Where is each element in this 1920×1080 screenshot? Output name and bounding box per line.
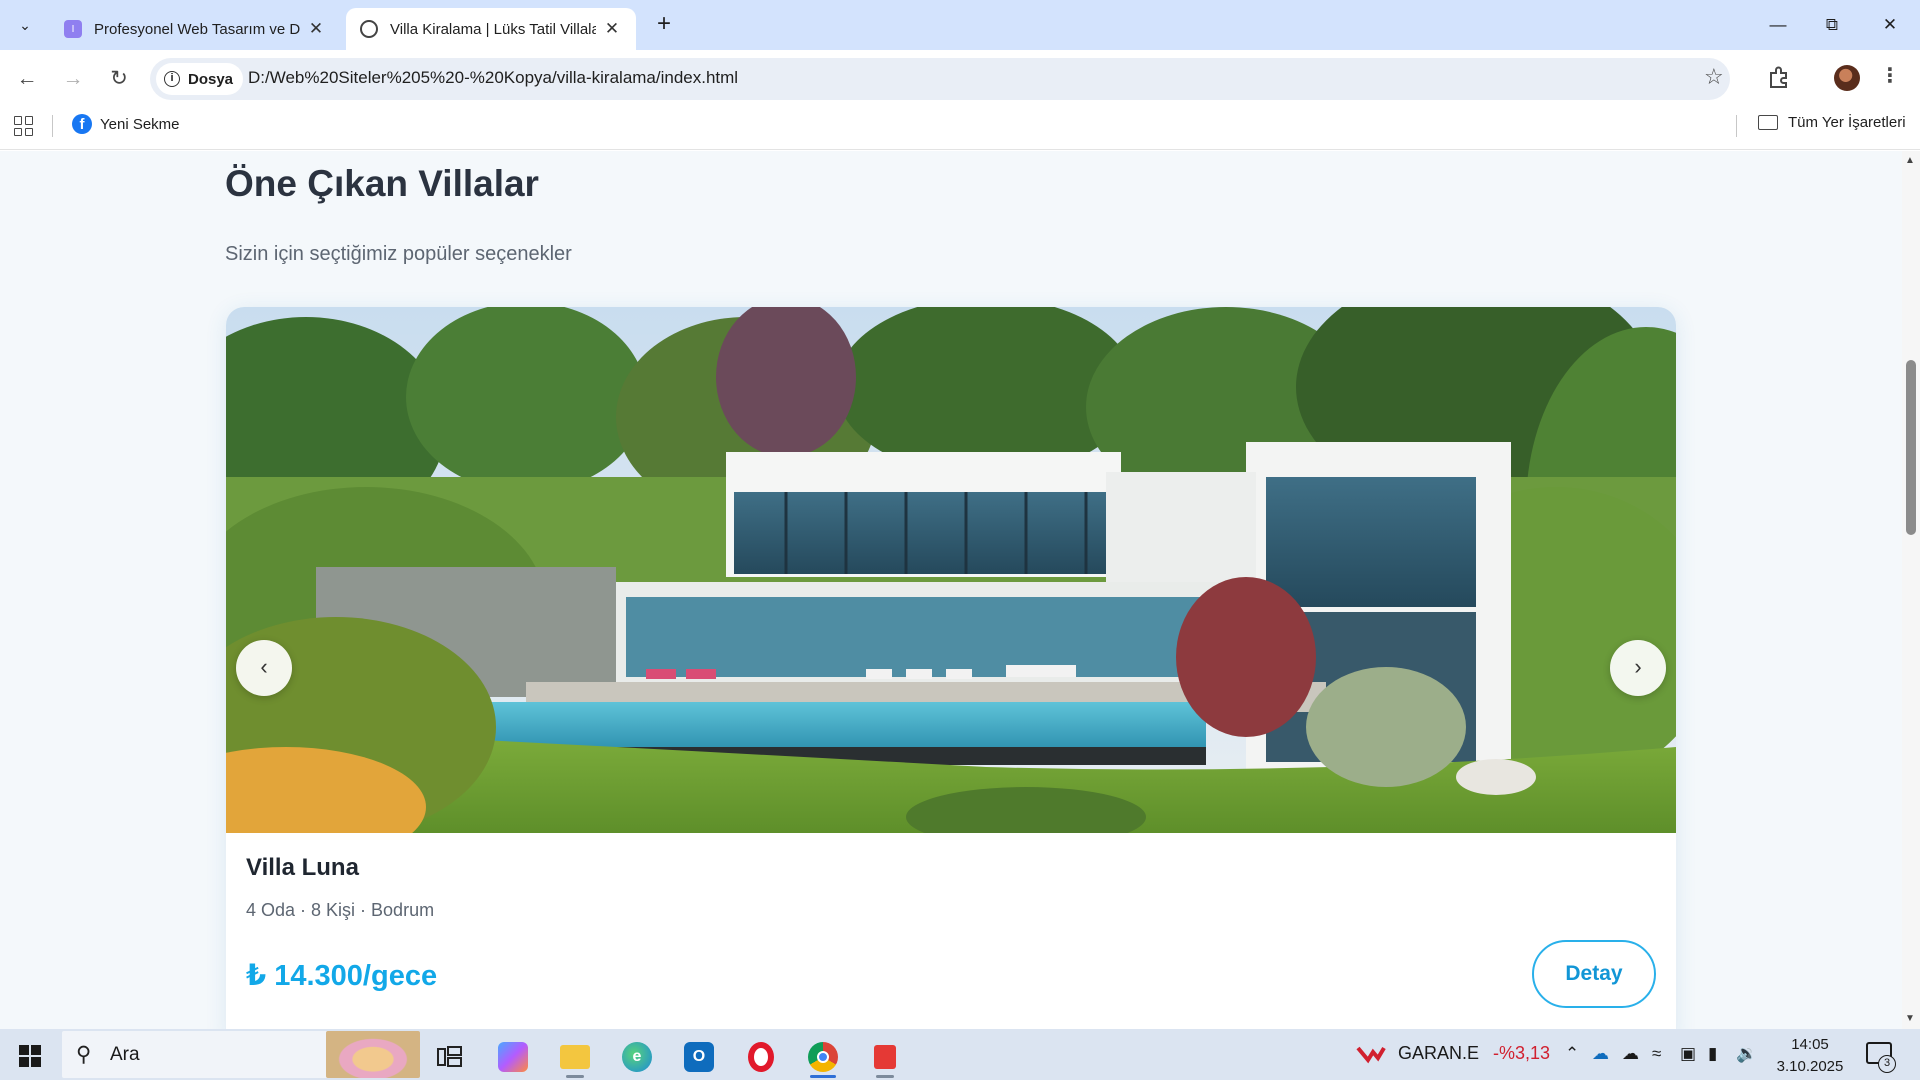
carousel-next-button[interactable]: › <box>1610 640 1666 696</box>
folder-icon <box>1758 115 1778 130</box>
clock-date: 3.10.2025 <box>1776 1058 1844 1075</box>
tab-villa-kiralama[interactable]: Villa Kiralama | Lüks Tatil Villalar ✕ <box>346 8 636 50</box>
villa-meta: 4 Oda · 8 Kişi · Bodrum <box>246 900 435 920</box>
search-highlight-image[interactable] <box>326 1031 420 1078</box>
facebook-icon: f <box>72 114 92 134</box>
tab-title: Villa Kiralama | Lüks Tatil Villalar <box>390 20 596 38</box>
carousel-prev-button[interactable]: ‹ <box>236 640 292 696</box>
cloud-error-icon[interactable]: ☁ <box>1622 1044 1639 1064</box>
volume-icon[interactable]: 🔉 <box>1736 1044 1757 1064</box>
bookmark-yeni-sekme[interactable]: f Yeni Sekme <box>72 114 180 134</box>
all-bookmarks-button[interactable]: Tüm Yer İşaretleri <box>1758 114 1906 131</box>
search-icon: ⚲ <box>76 1043 92 1066</box>
pdf-app-button[interactable] <box>864 1037 906 1077</box>
more-menu-icon[interactable]: ⋮ <box>1880 63 1900 88</box>
notification-count-badge: 3 <box>1878 1055 1896 1073</box>
page-viewport: Öne Çıkan Villalar Sizin için seçtiğimiz… <box>0 151 1902 1029</box>
opera-icon <box>748 1042 774 1072</box>
active-app-indicator <box>810 1075 836 1078</box>
onedrive-icon[interactable]: ☁ <box>1592 1044 1609 1064</box>
folder-icon <box>560 1045 590 1069</box>
url-text[interactable]: D:/Web%20Siteler%205%20-%20Kopya/villa-k… <box>248 68 738 88</box>
section-subtitle: Sizin için seçtiğimiz popüler seçenekler <box>225 243 572 265</box>
globe-icon <box>360 20 378 38</box>
clock-time: 14:05 <box>1791 1036 1829 1053</box>
window-close-button[interactable]: ✕ <box>1870 10 1910 40</box>
restore-button[interactable]: ⧉ <box>1812 10 1852 40</box>
display-icon[interactable]: ▣ <box>1680 1044 1696 1064</box>
site-favicon-icon: I <box>64 20 82 38</box>
divider <box>52 115 53 137</box>
close-icon[interactable]: ✕ <box>602 19 622 39</box>
apps-grid-icon[interactable] <box>14 116 34 136</box>
detail-button[interactable]: Detay <box>1532 940 1656 1008</box>
chrome-button[interactable] <box>802 1037 844 1077</box>
pdf-icon <box>874 1045 896 1069</box>
scroll-down-icon[interactable]: ▼ <box>1905 1013 1915 1024</box>
stock-ticker-widget[interactable]: GARAN.E -%3,13 <box>1356 1043 1550 1064</box>
edge-button[interactable]: e <box>616 1037 658 1077</box>
page-scrollbar[interactable] <box>1902 151 1920 1029</box>
forward-button[interactable]: → <box>58 64 88 94</box>
system-clock[interactable]: 14:05 3.10.2025 <box>1766 1034 1854 1078</box>
file-explorer-button[interactable] <box>554 1037 596 1077</box>
running-indicator <box>566 1075 584 1078</box>
chevron-up-icon[interactable]: ⌃ <box>1565 1044 1579 1064</box>
chevron-down-icon: ⌄ <box>19 16 31 33</box>
back-button[interactable]: ← <box>12 64 42 94</box>
close-icon[interactable]: ✕ <box>306 19 326 39</box>
profile-avatar[interactable] <box>1834 65 1860 91</box>
task-view-button[interactable] <box>429 1037 471 1077</box>
scrollbar-thumb[interactable] <box>1906 360 1916 535</box>
divider <box>1736 115 1737 137</box>
search-placeholder[interactable]: Ara <box>110 1044 140 1066</box>
copilot-button[interactable] <box>492 1037 534 1077</box>
ticker-change: -%3,13 <box>1493 1043 1551 1063</box>
tab-search-button[interactable]: ⌄ <box>10 10 40 40</box>
minimize-button[interactable]: — <box>1758 10 1798 40</box>
outlook-icon: O <box>684 1042 714 1072</box>
villa-card: ‹ › Villa Luna 4 Oda · 8 Kişi · Bodrum ₺… <box>226 307 1676 1029</box>
tab-web-tasarim[interactable]: I Profesyonel Web Tasarım ve Dij ✕ <box>50 8 340 50</box>
site-info-chip[interactable]: i Dosya <box>156 63 244 95</box>
running-indicator <box>876 1075 894 1078</box>
reload-button[interactable]: ↻ <box>104 64 134 94</box>
garanti-logo-icon <box>1356 1046 1386 1063</box>
site-info-label: Dosya <box>188 70 234 88</box>
bookmark-label: Yeni Sekme <box>100 115 180 133</box>
scroll-up-icon[interactable]: ▲ <box>1905 155 1915 166</box>
outlook-button[interactable]: O <box>678 1037 720 1077</box>
edge-icon: e <box>622 1042 652 1072</box>
copilot-icon <box>498 1042 528 1072</box>
extensions-icon[interactable] <box>1766 64 1792 90</box>
chrome-icon <box>808 1042 838 1072</box>
new-tab-button[interactable]: + <box>650 11 678 39</box>
wifi-icon[interactable]: ≈ <box>1652 1044 1661 1064</box>
bookmark-star-icon[interactable]: ☆ <box>1704 64 1724 90</box>
villa-photo <box>226 307 1676 833</box>
section-title: Öne Çıkan Villalar <box>225 163 539 204</box>
villa-price: ₺ 14.300/gece <box>246 960 438 992</box>
battery-icon[interactable]: ▮ <box>1708 1044 1717 1064</box>
opera-button[interactable] <box>740 1037 782 1077</box>
bookmarks-bar <box>0 108 1920 150</box>
ticker-symbol: GARAN.E <box>1398 1043 1480 1063</box>
windows-start-icon[interactable] <box>19 1045 41 1067</box>
tab-title: Profesyonel Web Tasarım ve Dij <box>94 20 300 38</box>
task-view-icon <box>437 1046 462 1067</box>
villa-name: Villa Luna <box>246 854 359 881</box>
info-icon: i <box>164 71 180 87</box>
all-bookmarks-label: Tüm Yer İşaretleri <box>1788 114 1906 131</box>
